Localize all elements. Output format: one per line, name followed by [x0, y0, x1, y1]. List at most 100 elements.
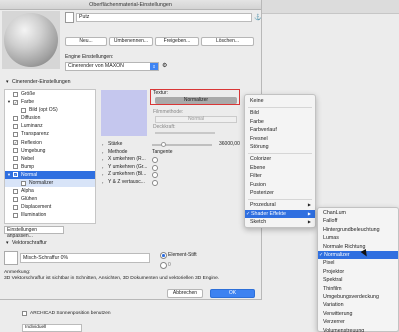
tree-item[interactable]: Luminanz [5, 122, 95, 130]
ok-button[interactable]: OK [210, 289, 255, 298]
tree-item-checkbox[interactable] [13, 123, 18, 129]
menu-item[interactable]: Variation [318, 301, 398, 309]
tree-item-checkbox[interactable] [13, 148, 18, 154]
menu-item[interactable]: ChanLum [318, 209, 398, 217]
property-checkbox[interactable] [152, 156, 158, 163]
menu-item[interactable]: Verzerrer [318, 318, 398, 326]
property-checkbox[interactable] [152, 172, 158, 179]
tree-item-checkbox[interactable] [13, 164, 18, 170]
property-key: Stärke [108, 141, 123, 147]
release-button[interactable]: Freigeben... [155, 37, 199, 46]
engine-select[interactable]: Cinerender von MAXON ⇕ [65, 62, 159, 71]
tree-item[interactable]: Alpha [5, 187, 95, 195]
tree-item[interactable]: Bild (opt OS) [5, 106, 95, 114]
menu-item[interactable]: Fresnel [245, 135, 315, 143]
tree-item[interactable]: Umgebung [5, 147, 95, 155]
property-value[interactable]: Tangente [152, 149, 173, 157]
menu-item[interactable]: Volumenstreuung [318, 327, 398, 332]
tree-item[interactable]: Bump [5, 163, 95, 171]
tree-item-label: Nebel [21, 155, 35, 162]
tree-item-checkbox[interactable]: ✓ [13, 99, 18, 105]
sun-position-checkbox[interactable] [22, 311, 27, 316]
property-checkbox[interactable] [152, 164, 158, 171]
tree-item-label: Größe [21, 91, 36, 97]
menu-item[interactable]: Ebene [245, 164, 315, 172]
tree-item[interactable]: Nebel [5, 155, 95, 163]
tree-item-checkbox[interactable] [13, 188, 18, 194]
customize-settings-button[interactable]: Einstellungen anpassen... [4, 226, 64, 239]
menu-item[interactable]: Farbverlauf [245, 126, 315, 134]
cancel-button[interactable]: Abbrechen [167, 289, 203, 298]
rename-button[interactable]: Umbenennen... [109, 37, 153, 46]
texture-button[interactable]: Normalizer [155, 97, 237, 104]
tree-item-label: Glühen [21, 196, 38, 203]
disclosure-triangle-icon[interactable]: ▼ [7, 98, 11, 106]
engine-settings-icon[interactable]: ⚙ [162, 62, 167, 69]
menu-item[interactable]: Keine [245, 97, 315, 105]
menu-item[interactable]: Posterizer [245, 189, 315, 197]
tree-item-checkbox[interactable] [13, 156, 18, 162]
menu-item[interactable]: Colorizer [245, 155, 315, 163]
tree-item[interactable]: ✓ Reflexion [5, 139, 95, 147]
menu-item[interactable]: Spektral [318, 276, 398, 284]
tree-item[interactable]: ▼ ✓ Normal [5, 170, 95, 180]
menu-item[interactable]: Sketch ▶ [245, 218, 315, 226]
menu-item[interactable]: Farbe [245, 118, 315, 126]
disclosure-triangle-icon[interactable]: ▼ [7, 171, 11, 179]
menu-item[interactable]: Hintergrundbeleuchtung [318, 226, 398, 234]
tree-item-checkbox[interactable]: ✓ [13, 172, 18, 178]
menu-item[interactable]: Normale Richtung [318, 243, 398, 251]
link-icon[interactable]: ⚓ [254, 14, 261, 21]
menu-item[interactable]: Störung [245, 143, 315, 151]
vector-hatch-section-header[interactable]: Vektorschraffur [4, 239, 258, 247]
tree-item-checkbox[interactable] [13, 91, 18, 97]
tree-item-checkbox[interactable] [13, 131, 18, 137]
individual-select[interactable]: Individuell [22, 324, 82, 332]
tree-item[interactable]: Größe [5, 90, 95, 98]
tree-item[interactable]: Displacement [5, 203, 95, 211]
strength-value[interactable]: 36000,00 [219, 141, 240, 149]
tree-item[interactable]: ▼ ✓ Farbe [5, 98, 95, 106]
tree-item-checkbox[interactable] [13, 115, 18, 121]
cinerender-section-header[interactable]: Cinerender-Einstellungen [4, 78, 258, 86]
tree-item-checkbox[interactable] [21, 107, 26, 113]
menu-item[interactable]: Normalizer [318, 251, 398, 260]
menu-item[interactable]: Prozedural ▶ [245, 201, 315, 209]
menu-item[interactable]: Bild [245, 109, 315, 117]
property-checkbox[interactable] [152, 179, 158, 186]
strength-slider-knob[interactable] [161, 142, 166, 147]
menu-item[interactable]: Thinfilm [318, 285, 398, 293]
tree-item[interactable]: Diffusion [5, 114, 95, 122]
new-button[interactable]: Neu... [65, 37, 107, 46]
tree-item-checkbox[interactable] [21, 180, 26, 186]
texture-menu: Keine Bild Farbe Farbverlauf Fresnel Störung C… [244, 94, 316, 228]
filmmode-field[interactable]: Normal [155, 116, 237, 123]
menu-item[interactable]: Lumas [318, 234, 398, 242]
menu-item[interactable]: Filter [245, 172, 315, 180]
tree-item[interactable]: Illumination [5, 211, 95, 219]
menu-item[interactable]: Verwitterung [318, 310, 398, 318]
color-swatch[interactable] [101, 90, 147, 136]
menu-item-label: Verzerrer [323, 319, 345, 326]
tree-item[interactable]: Transparenz [5, 130, 95, 138]
element-pen-radio[interactable] [160, 252, 167, 259]
tree-item[interactable]: Normalizer [5, 179, 95, 188]
menu-item[interactable]: Falloff [318, 217, 398, 225]
tree-item-checkbox[interactable] [13, 212, 18, 218]
menu-item[interactable]: Pixel [318, 259, 398, 267]
tree-item[interactable]: Glühen [5, 195, 95, 203]
menu-item[interactable]: Projektor [318, 268, 398, 276]
tree-item-checkbox[interactable] [13, 204, 18, 210]
material-name-field[interactable]: Putz [76, 13, 252, 22]
custom-pen-radio[interactable] [160, 262, 167, 269]
delete-button[interactable]: Löschen... [201, 37, 254, 46]
menu-item[interactable]: Fusion [245, 181, 315, 189]
menu-item[interactable]: Umgebungsverdeckung [318, 293, 398, 301]
hatch-select[interactable]: Misch-Schraffur 0% [20, 253, 150, 263]
tree-item-checkbox[interactable]: ✓ [13, 140, 18, 146]
coverage-slider[interactable] [155, 132, 215, 134]
tree-item-label: Bild (opt OS) [29, 107, 58, 114]
menu-item[interactable]: Shader Effekte ▶ [245, 209, 315, 219]
chevron-right-icon: › [102, 142, 104, 147]
tree-item-checkbox[interactable] [13, 196, 18, 202]
